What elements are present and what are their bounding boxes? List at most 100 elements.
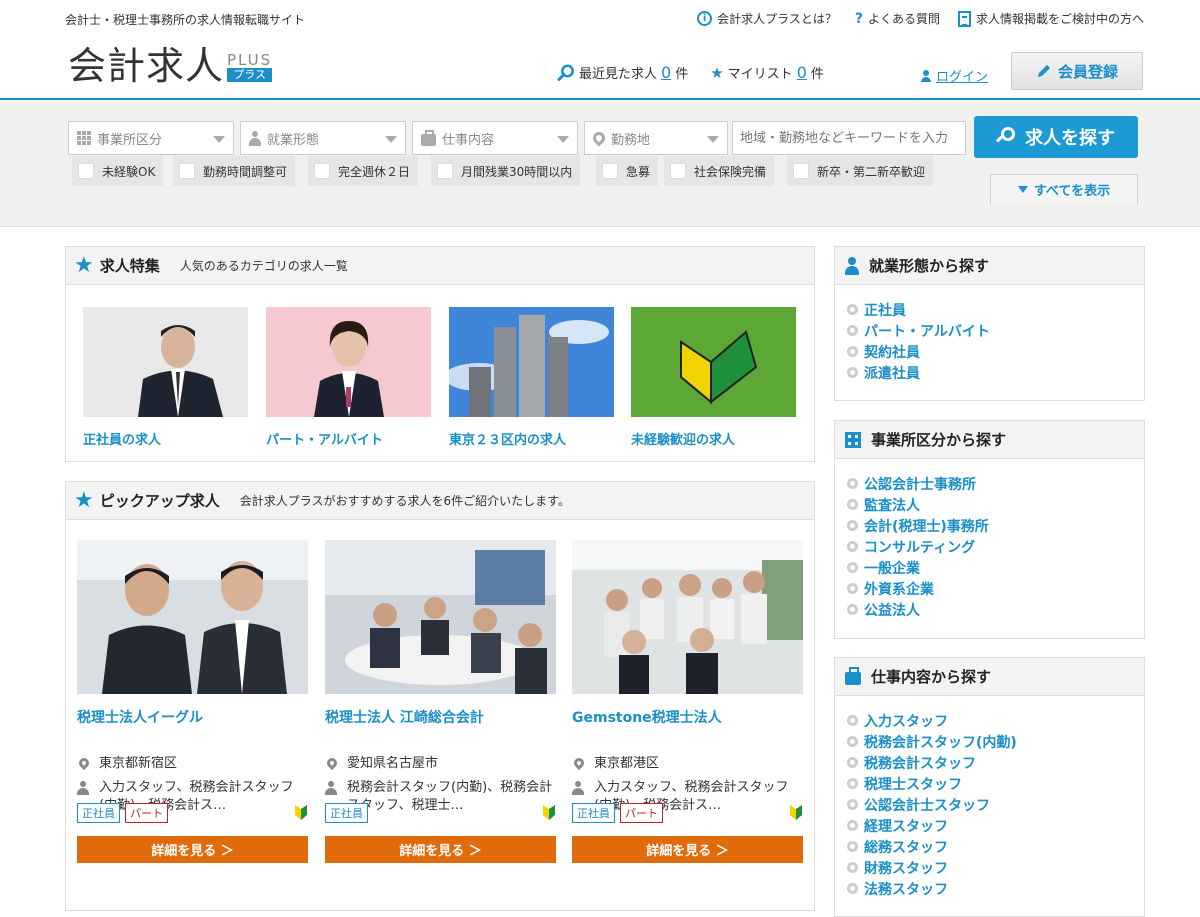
location-select[interactable]: 勤務地	[584, 121, 728, 155]
checkbox-label: 完全週休２日	[338, 164, 411, 179]
chevron-down-icon	[707, 136, 719, 143]
featured-parttime[interactable]: パート・アルバイト	[266, 307, 431, 448]
detail-button[interactable]: 詳細を見る ＞	[572, 836, 803, 863]
detail-button[interactable]: 詳細を見る ＞	[325, 836, 556, 863]
faq-link[interactable]: ? よくある質問	[855, 10, 940, 27]
checkbox-box[interactable]	[179, 163, 195, 179]
pickup-card[interactable]: 税理士法人 江崎総合会計 愛知県名古屋市 税務会計スタッフ(内勤)、税務会計スタ…	[324, 540, 556, 863]
briefcase-icon	[421, 129, 436, 146]
person-icon	[77, 781, 89, 796]
featured-label: パート・アルバイト	[266, 433, 383, 448]
tag-fulltime: 正社員	[325, 803, 368, 823]
sidebar-item[interactable]: 税務会計スタッフ	[847, 752, 1144, 773]
featured-tokyo23[interactable]: 東京２３区内の求人	[444, 307, 614, 448]
pickup-card[interactable]: 税理士法人イーグル 東京都新宿区 入力スタッフ、税務会計スタッフ(内勤)、税務会…	[76, 540, 308, 863]
keyword-input[interactable]	[732, 121, 966, 155]
about-link[interactable]: i 会計求人プラスとは？	[697, 10, 837, 27]
sidebar-item[interactable]: 会計(税理士)事務所	[847, 515, 1144, 536]
chevron-down-icon	[213, 136, 225, 143]
star-icon: ★	[74, 487, 94, 513]
checkbox-new-graduates[interactable]: 新卒・第二新卒歓迎	[787, 156, 934, 186]
login-label[interactable]: ログイン	[936, 66, 988, 85]
sidebar-item-label: 公認会計士スタッフ	[864, 797, 990, 814]
employer-link[interactable]: 求人情報掲載をご検討中の方へ	[957, 10, 1144, 27]
checkbox-box[interactable]	[314, 163, 330, 179]
checkbox-label: 社会保険完備	[694, 164, 767, 179]
tag-parttime: パート	[125, 803, 168, 823]
recent-label: 最近見た求人	[579, 67, 658, 82]
featured-header: ★ 求人特集 人気のあるカテゴリの求人一覧	[66, 247, 814, 285]
checkbox-box[interactable]	[670, 163, 686, 179]
sidebar-item[interactable]: 入力スタッフ	[847, 710, 1144, 731]
checkbox-box[interactable]	[78, 163, 94, 179]
sidebar-item-label: 公益法人	[864, 602, 920, 619]
tag-row: 正社員 パート	[77, 803, 308, 823]
location-text: 東京都港区	[594, 756, 660, 771]
checkbox-label: 勤務時間調整可	[203, 164, 288, 179]
checkbox-box[interactable]	[437, 163, 453, 179]
company-name[interactable]: Gemstone税理士法人	[572, 707, 803, 749]
sidebar-item[interactable]: 派遣社員	[847, 362, 1144, 383]
show-all-label: すべてを表示	[1033, 184, 1111, 199]
checkbox-two-days-off[interactable]: 完全週休２日	[308, 156, 419, 186]
sidebar-item[interactable]: 法務スタッフ	[847, 878, 1144, 899]
sidebar-item[interactable]: 総務スタッフ	[847, 836, 1144, 857]
sidebar-item[interactable]: 外資系企業	[847, 578, 1144, 599]
featured-fulltime[interactable]: 正社員の求人	[83, 307, 248, 448]
checkbox-low-overtime[interactable]: 月間残業30時間以内	[431, 156, 581, 186]
featured-beginner[interactable]: 未経験歓迎の求人	[631, 307, 796, 448]
checkbox-box[interactable]	[602, 163, 618, 179]
sidebar-item[interactable]: 契約社員	[847, 341, 1144, 362]
sidebar-item[interactable]: 税理士スタッフ	[847, 773, 1144, 794]
company-photo	[77, 540, 308, 694]
sidebar-item-label: 財務スタッフ	[864, 860, 948, 877]
sidebar-item[interactable]: パート・アルバイト	[847, 320, 1144, 341]
logo-kana-text: プラス	[227, 68, 273, 82]
sidebar-item-label: 法務スタッフ	[864, 881, 948, 898]
checkbox-flexible-hours[interactable]: 勤務時間調整可	[173, 156, 296, 186]
pickup-card[interactable]: Gemstone税理士法人 東京都港区 入力スタッフ、税務会計スタッフ(内勤)、…	[571, 540, 803, 863]
logo-main-text: 会計求人	[68, 44, 225, 88]
sidebar-employment-title: 就業形態から探す	[869, 257, 990, 275]
tag-row: 正社員	[325, 803, 556, 823]
sidebar-item[interactable]: 税務会計スタッフ(内勤)	[847, 731, 1144, 752]
site-logo[interactable]: 会計求人 PLUS プラス	[68, 44, 273, 88]
company-location: 愛知県名古屋市	[324, 755, 556, 773]
job-type-select[interactable]: 仕事内容	[412, 121, 578, 155]
company-name[interactable]: 税理士法人イーグル	[77, 707, 308, 749]
star-icon: ★	[710, 63, 724, 82]
bullet-icon	[847, 799, 858, 810]
sidebar-item[interactable]: 公益法人	[847, 599, 1144, 620]
show-all-toggle[interactable]: すべてを表示	[990, 174, 1138, 204]
company-name[interactable]: 税理士法人 江崎総合会計	[325, 707, 556, 749]
sidebar-office-header: 事業所区分から探す	[835, 421, 1144, 459]
checkbox-box[interactable]	[793, 163, 809, 179]
employment-type-select[interactable]: 就業形態	[240, 121, 406, 155]
sidebar-item[interactable]: 公認会計士スタッフ	[847, 794, 1144, 815]
checkbox-no-experience[interactable]: 未経験OK	[72, 156, 164, 186]
sidebar-item[interactable]: 正社員	[847, 299, 1144, 320]
beginner-mark-photo	[631, 307, 796, 417]
sidebar-item[interactable]: 経理スタッフ	[847, 815, 1144, 836]
search-button[interactable]: 求人を探す	[974, 116, 1138, 158]
sidebar-item[interactable]: 公認会計士事務所	[847, 473, 1144, 494]
office-type-select[interactable]: 事業所区分	[68, 121, 234, 155]
company-photo	[325, 540, 556, 694]
sidebar-item[interactable]: 一般企業	[847, 557, 1144, 578]
checkbox-urgent[interactable]: 急募	[596, 156, 659, 186]
mylist-unit: 件	[810, 67, 824, 82]
sidebar-item[interactable]: 監査法人	[847, 494, 1144, 515]
recent-jobs-counter[interactable]: 最近見た求人 0 件	[557, 63, 688, 82]
chevron-down-icon	[385, 136, 397, 143]
map-pin-icon	[571, 755, 587, 771]
detail-button[interactable]: 詳細を見る ＞	[77, 836, 308, 863]
sidebar-item[interactable]: コンサルティング	[847, 536, 1144, 557]
mylist-counter[interactable]: ★ マイリスト 0 件	[710, 63, 824, 82]
star-icon: ★	[74, 252, 94, 278]
sidebar-item-label: 正社員	[864, 302, 906, 319]
sidebar-item[interactable]: 財務スタッフ	[847, 857, 1144, 878]
register-button[interactable]: 会員登録	[1011, 52, 1143, 90]
checkbox-social-insurance[interactable]: 社会保険完備	[664, 156, 775, 186]
login-link[interactable]: ログイン	[920, 66, 988, 85]
sidebar-item-label: コンサルティング	[864, 539, 976, 556]
